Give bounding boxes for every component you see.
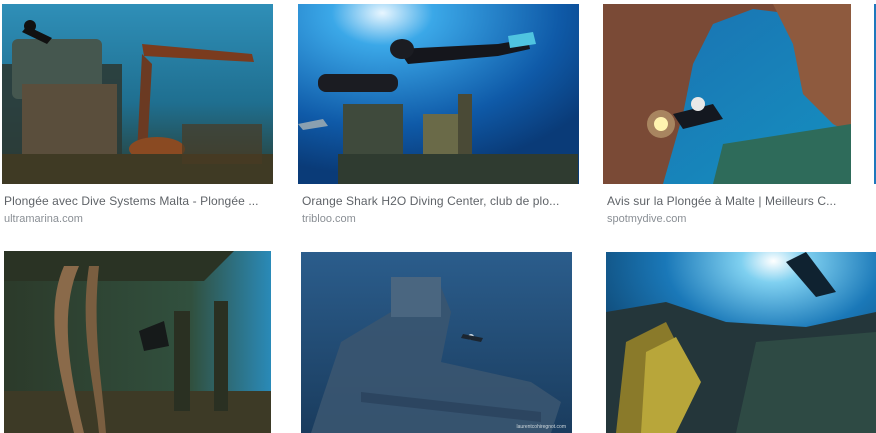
result-thumbnail[interactable] (606, 252, 876, 433)
wreck-gun-image (2, 4, 273, 184)
result-source[interactable]: tribloo.com (302, 213, 356, 225)
result-card[interactable]: Avis sur la Plongée à Malte | Meilleurs … (600, 0, 876, 230)
ship-wreck-image (301, 252, 572, 433)
diver-scooter-image (298, 4, 579, 184)
result-source[interactable]: spotmydive.com (607, 213, 686, 225)
result-thumbnail[interactable] (298, 4, 579, 184)
result-card[interactable]: Orange Shark H2O Diving Center, club de … (296, 0, 586, 230)
result-thumbnail[interactable] (2, 4, 273, 184)
result-source[interactable]: ultramarina.com (4, 213, 83, 225)
reef-sunrays-image (606, 252, 876, 433)
result-card[interactable]: Plongée avec Dive Systems Malta - Plongé… (0, 0, 280, 230)
result-title[interactable]: Plongée avec Dive Systems Malta - Plongé… (4, 194, 274, 208)
result-thumbnail[interactable] (603, 4, 851, 184)
wreck-interior-image (4, 251, 271, 433)
cave-diver-image (603, 4, 851, 184)
result-card[interactable]: laurentcohiregnot.com (296, 245, 586, 433)
result-title[interactable]: Avis sur la Plongée à Malte | Meilleurs … (607, 194, 852, 208)
result-thumbnail[interactable] (4, 251, 271, 433)
result-thumbnail[interactable]: laurentcohiregnot.com (301, 252, 572, 433)
result-card[interactable] (600, 245, 876, 433)
result-title[interactable]: Orange Shark H2O Diving Center, club de … (302, 194, 578, 208)
result-card[interactable] (0, 245, 280, 433)
watermark-text: laurentcohiregnot.com (516, 424, 566, 430)
